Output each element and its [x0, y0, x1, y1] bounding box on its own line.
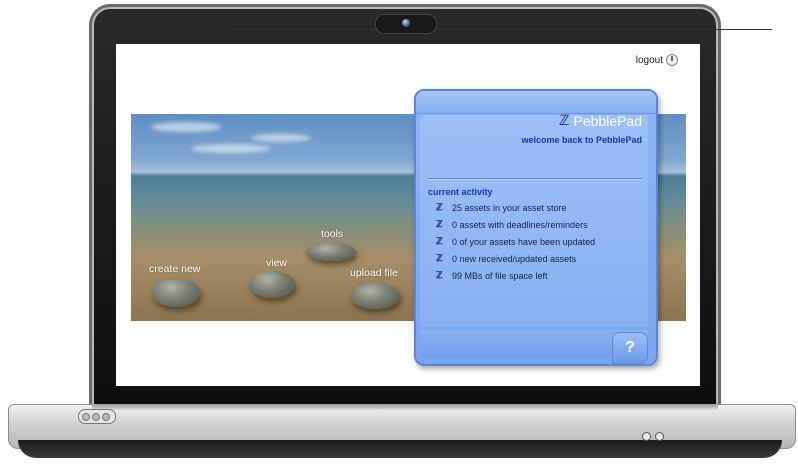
stone-label-create-new[interactable]: create new: [149, 263, 200, 275]
stone-label-upload-file[interactable]: upload file: [350, 267, 398, 279]
activity-text[interactable]: 99 MBs of file space left: [452, 271, 548, 281]
port-dot: [82, 413, 90, 421]
pebblepad-bullet-icon: ℤ: [436, 253, 443, 263]
indicator-light: [655, 432, 664, 441]
power-icon[interactable]: [666, 54, 678, 66]
brand-logo: ℤ PebblePad: [559, 113, 642, 129]
logout-button[interactable]: logout: [636, 54, 678, 66]
activity-text[interactable]: 0 new received/updated assets: [452, 254, 576, 264]
list-item[interactable]: ℤ 0 assets with deadlines/reminders: [436, 216, 595, 233]
list-item[interactable]: ℤ 99 MBs of file space left: [436, 267, 595, 284]
logout-label[interactable]: logout: [636, 55, 663, 66]
pebblepad-bullet-icon: ℤ: [436, 202, 443, 212]
activity-list: ℤ 25 assets in your asset store ℤ 0 asse…: [436, 199, 595, 284]
help-button[interactable]: ?: [612, 332, 648, 364]
indicator-lights: [642, 432, 664, 441]
pebblepad-bullet-icon: ℤ: [436, 236, 443, 246]
activity-text[interactable]: 0 of your assets have been updated: [452, 237, 595, 247]
cloud: [151, 122, 221, 132]
panel-header-bar: [416, 91, 656, 114]
activity-panel: ℤ PebblePad welcome back to PebblePad cu…: [414, 89, 658, 366]
cloud: [251, 134, 311, 142]
list-item[interactable]: ℤ 25 assets in your asset store: [436, 199, 595, 216]
pebblepad-bullet-icon: ℤ: [436, 270, 443, 280]
cloud: [191, 144, 271, 153]
indicator-light: [642, 432, 651, 441]
activity-text[interactable]: 0 assets with deadlines/reminders: [452, 220, 588, 230]
stone-label-tools[interactable]: tools: [321, 228, 343, 240]
pebblepad-bullet-icon: ℤ: [436, 219, 443, 229]
webcam-icon: [402, 19, 410, 27]
bezel-line: [232, 29, 772, 30]
port-dot: [102, 413, 110, 421]
stone-create-new[interactable]: [152, 279, 200, 307]
laptop-hinge: [92, 404, 718, 410]
activity-text[interactable]: 25 assets in your asset store: [452, 203, 567, 213]
screen: logout create new view tools upload file…: [116, 44, 700, 386]
stone-upload-file[interactable]: [350, 283, 400, 309]
list-item[interactable]: ℤ 0 new received/updated assets: [436, 250, 595, 267]
welcome-message: welcome back to PebblePad: [521, 135, 642, 145]
section-title: current activity: [428, 187, 493, 197]
stone-tools[interactable]: [306, 243, 356, 261]
pebblepad-logo-icon: ℤ: [558, 113, 570, 129]
list-item[interactable]: ℤ 0 of your assets have been updated: [436, 233, 595, 250]
stone-label-view[interactable]: view: [266, 257, 287, 269]
port-dot: [92, 413, 100, 421]
port-icon: [82, 413, 110, 421]
laptop-base-bottom: [18, 440, 782, 458]
panel-divider: [428, 178, 642, 179]
brand-name: PebblePad: [573, 113, 642, 129]
camera-housing: [375, 14, 437, 34]
stone-view[interactable]: [249, 271, 295, 298]
